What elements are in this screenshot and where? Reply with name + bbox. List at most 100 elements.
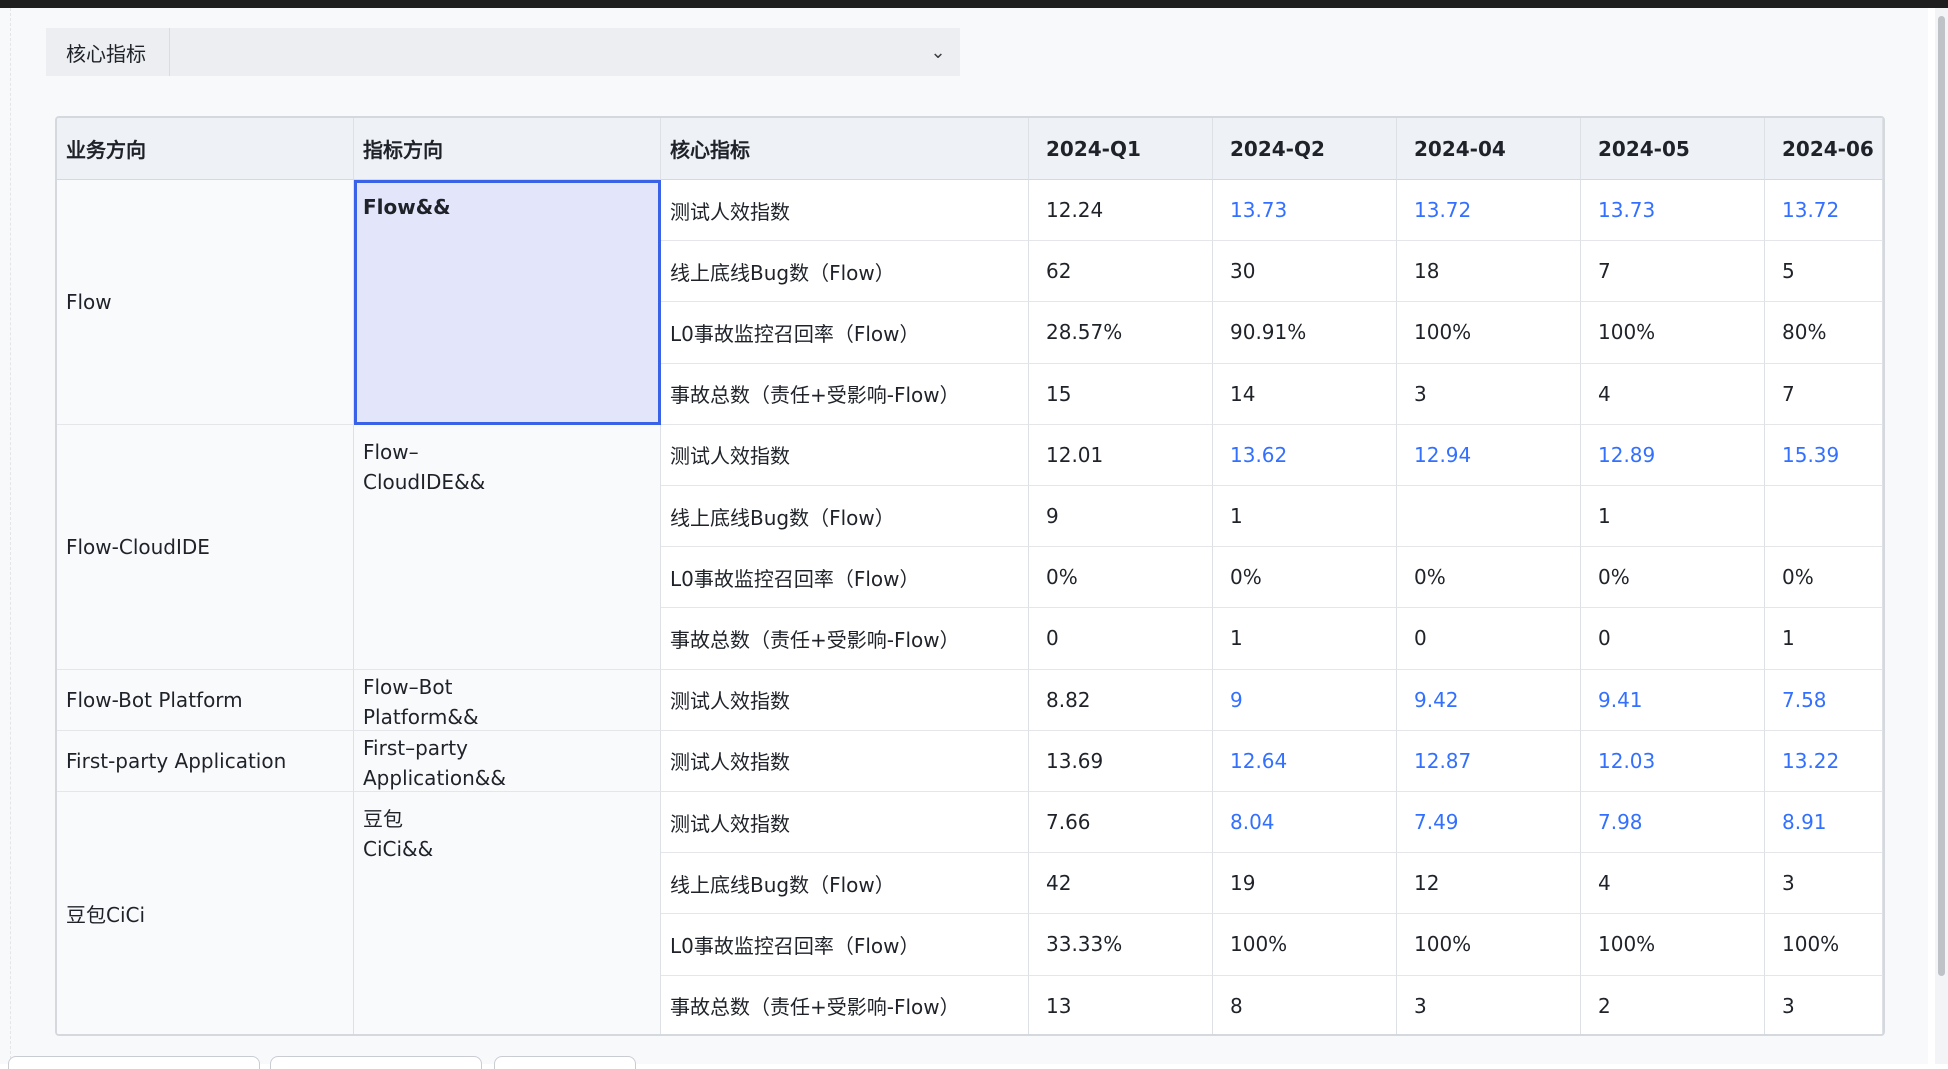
value-link[interactable]: 15.39: [1765, 424, 1883, 486]
value-cell: 0%: [1581, 547, 1765, 609]
value-link[interactable]: 12.87: [1397, 730, 1581, 792]
value-cell: 3: [1765, 853, 1883, 915]
value-cell: 0%: [1765, 547, 1883, 609]
column-header[interactable]: 核心指标: [661, 118, 1029, 180]
metric-cell[interactable]: 测试人效指数: [661, 730, 1029, 792]
business-cell[interactable]: First-party Application: [57, 730, 354, 792]
value-cell: 14: [1213, 363, 1397, 425]
value-cell: 30: [1213, 241, 1397, 303]
metric-cell[interactable]: 线上底线Bug数（Flow）: [661, 241, 1029, 303]
value-cell: 100%: [1213, 914, 1397, 976]
value-cell: 15: [1029, 363, 1213, 425]
value-link[interactable]: 12.64: [1213, 730, 1397, 792]
column-header[interactable]: 2024-Q2: [1213, 118, 1397, 180]
value-cell: 1: [1765, 608, 1883, 670]
value-cell: 4: [1581, 363, 1765, 425]
direction-line: First–party: [363, 735, 468, 760]
value-cell: 1: [1581, 486, 1765, 548]
bottom-tab[interactable]: [8, 1056, 260, 1069]
value-link[interactable]: 13.73: [1581, 180, 1765, 242]
metric-cell[interactable]: 测试人效指数: [661, 424, 1029, 486]
value-link[interactable]: 9: [1213, 669, 1397, 731]
value-link[interactable]: 12.89: [1581, 424, 1765, 486]
metric-cell[interactable]: 测试人效指数: [661, 792, 1029, 854]
value-cell: 1: [1213, 608, 1397, 670]
metric-cell[interactable]: 事故总数（责任+受影响-Flow）: [661, 363, 1029, 425]
metric-cell[interactable]: 线上底线Bug数（Flow）: [661, 853, 1029, 915]
metric-cell[interactable]: L0事故监控召回率（Flow）: [661, 914, 1029, 976]
value-cell: 42: [1029, 853, 1213, 915]
business-cell[interactable]: Flow: [57, 180, 354, 425]
value-link[interactable]: 7.49: [1397, 792, 1581, 854]
value-link[interactable]: 7.58: [1765, 669, 1883, 731]
value-link[interactable]: 9.42: [1397, 669, 1581, 731]
value-link[interactable]: 8.04: [1213, 792, 1397, 854]
value-cell: 18: [1397, 241, 1581, 303]
metric-cell[interactable]: 事故总数（责任+受影响-Flow）: [661, 608, 1029, 670]
metric-cell[interactable]: L0事故监控召回率（Flow）: [661, 302, 1029, 364]
value-cell: 100%: [1397, 914, 1581, 976]
column-header[interactable]: 指标方向: [354, 118, 661, 180]
direction-line: Flow–Bot: [363, 674, 453, 699]
value-link[interactable]: 13.22: [1765, 730, 1883, 792]
value-cell: 19: [1213, 853, 1397, 915]
column-header[interactable]: 2024-Q1: [1029, 118, 1213, 180]
metric-cell[interactable]: L0事故监控召回率（Flow）: [661, 547, 1029, 609]
value-cell: 0: [1029, 608, 1213, 670]
metric-cell[interactable]: 测试人效指数: [661, 180, 1029, 242]
vertical-scrollbar[interactable]: [1935, 8, 1948, 1064]
value-link[interactable]: 7.98: [1581, 792, 1765, 854]
value-link[interactable]: 13.72: [1397, 180, 1581, 242]
value-cell: 7: [1765, 363, 1883, 425]
metric-cell[interactable]: 事故总数（责任+受影响-Flow）: [661, 975, 1029, 1034]
direction-cell[interactable]: Flow&&: [354, 180, 661, 425]
value-cell: 5: [1765, 241, 1883, 303]
value-cell: 0: [1581, 608, 1765, 670]
direction-line: Flow&&: [363, 195, 451, 219]
column-header[interactable]: 业务方向: [57, 118, 354, 180]
value-link[interactable]: 13.73: [1213, 180, 1397, 242]
value-link[interactable]: 12.03: [1581, 730, 1765, 792]
direction-cell[interactable]: Flow– CloudIDE&&: [354, 424, 661, 670]
value-cell: 100%: [1765, 914, 1883, 976]
value-cell: 100%: [1581, 302, 1765, 364]
business-cell[interactable]: Flow-CloudIDE: [57, 424, 354, 670]
metric-cell[interactable]: 线上底线Bug数（Flow）: [661, 486, 1029, 548]
value-cell: 80%: [1765, 302, 1883, 364]
value-cell: 8.82: [1029, 669, 1213, 731]
bottom-tab[interactable]: [270, 1056, 482, 1069]
value-cell: 0%: [1397, 547, 1581, 609]
value-link[interactable]: 9.41: [1581, 669, 1765, 731]
business-cell[interactable]: Flow-Bot Platform: [57, 669, 354, 731]
value-link[interactable]: 8.91: [1765, 792, 1883, 854]
value-cell: 3: [1397, 975, 1581, 1034]
column-header[interactable]: 2024-05: [1581, 118, 1765, 180]
direction-line: Platform&&: [363, 704, 479, 729]
direction-cell[interactable]: First–party Application&&: [354, 730, 661, 792]
value-link[interactable]: 13.62: [1213, 424, 1397, 486]
chevron-down-icon[interactable]: ⌄: [916, 28, 960, 76]
scrollbar-thumb[interactable]: [1938, 16, 1945, 976]
value-cell: 62: [1029, 241, 1213, 303]
value-link[interactable]: 12.94: [1397, 424, 1581, 486]
left-guide: [10, 8, 12, 1064]
value-cell: [1765, 486, 1883, 548]
direction-line: Flow–: [363, 439, 419, 464]
business-cell[interactable]: 豆包CiCi: [57, 792, 354, 1034]
metric-filter-select[interactable]: 核心指标 ⌄: [46, 28, 960, 76]
direction-cell[interactable]: 豆包 CiCi&&: [354, 792, 661, 1034]
filter-value[interactable]: [170, 28, 916, 76]
value-cell: 33.33%: [1029, 914, 1213, 976]
direction-line: 豆包: [363, 807, 403, 831]
value-cell: 3: [1765, 975, 1883, 1034]
column-header[interactable]: 2024-04: [1397, 118, 1581, 180]
direction-line: CiCi&&: [363, 837, 434, 861]
column-header[interactable]: 2024-06: [1765, 118, 1883, 180]
metric-cell[interactable]: 测试人效指数: [661, 669, 1029, 731]
direction-cell[interactable]: Flow–Bot Platform&&: [354, 669, 661, 731]
value-cell: 12.24: [1029, 180, 1213, 242]
bottom-tab[interactable]: [494, 1056, 636, 1069]
value-cell: 4: [1581, 853, 1765, 915]
value-link[interactable]: 13.72: [1765, 180, 1883, 242]
value-cell: 13.69: [1029, 730, 1213, 792]
